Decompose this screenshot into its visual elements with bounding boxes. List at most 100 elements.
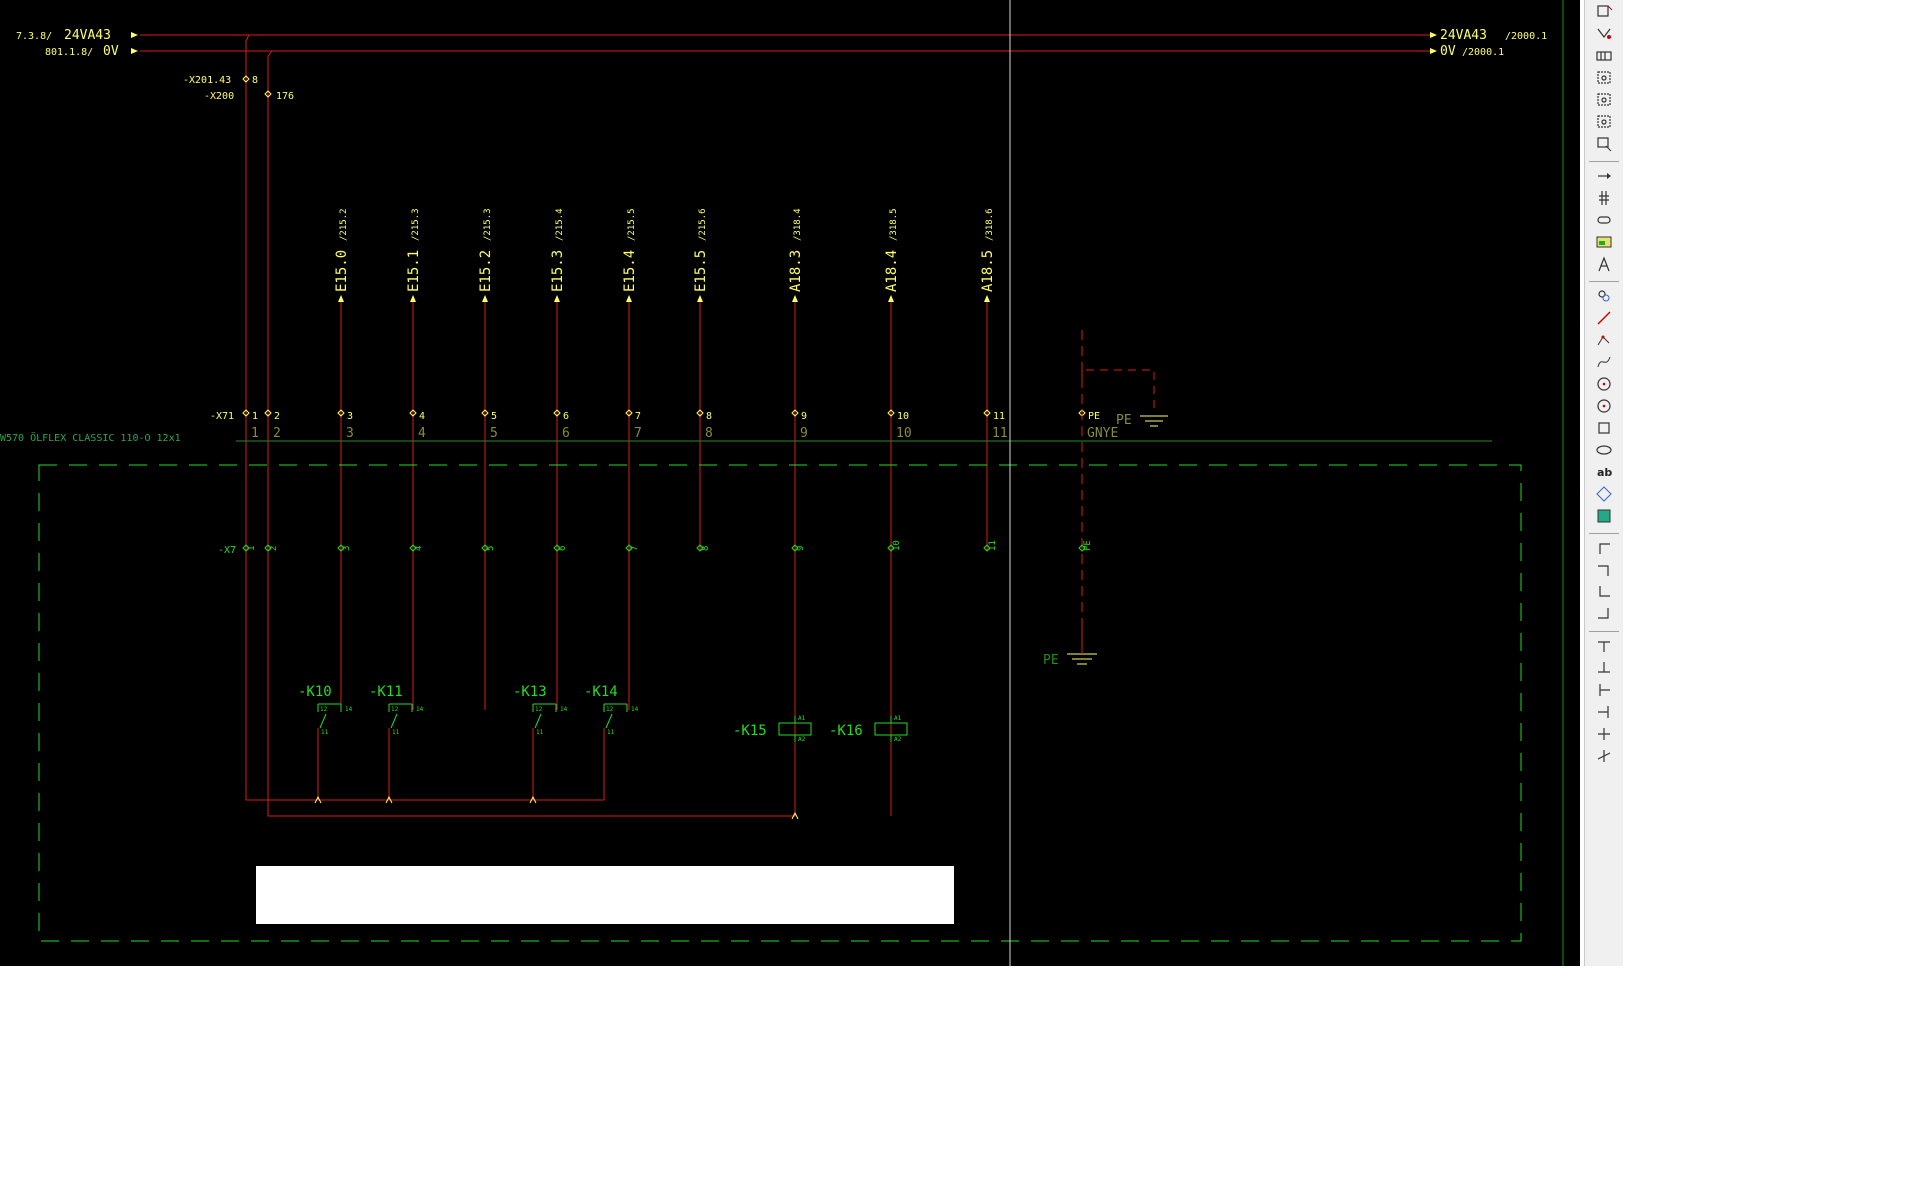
angle-up-left-button[interactable] [1592,606,1616,626]
common-wire-24v[interactable] [246,728,605,801]
draw-rectangle-icon [1595,419,1613,441]
coil-k15[interactable]: -K15 A1 A2 [733,715,812,816]
svg-text:10: 10 [892,540,902,551]
plc-signal-label[interactable]: E15.4/215.5 [622,208,638,292]
svg-text:2: 2 [273,426,281,441]
pe-wire[interactable] [1081,369,1155,413]
draw-spline-button[interactable] [1592,354,1616,374]
cross-connect-button[interactable] [1592,748,1616,768]
schematic-canvas[interactable]: 7.3.8/ 24VA43 801.1.8/ 0V 24VA43 /2000.1… [0,0,1580,966]
plc-signal-label[interactable]: A18.4/318.5 [884,208,900,292]
t-node-right-button[interactable] [1592,682,1616,702]
angle-up-left-icon [1595,605,1613,627]
arrow-right-icon [1430,32,1437,38]
draw-line-button[interactable] [1592,310,1616,330]
insert-interruption-point-icon [1595,167,1613,189]
relay-contacts: -K10 12 14 11 -K11 12 14 11 -K13 12 14 11 -K14 12 14 11 [298,684,639,800]
svg-text:3: 3 [342,546,352,551]
top-terminals: -X201.43 8 -X200 176 [183,75,294,102]
svg-text:11: 11 [992,426,1008,441]
svg-text:E15.2: E15.2 [478,250,494,292]
svg-text:W570 ÖLFLEX CLASSIC 110-O 12x1: W570 ÖLFLEX CLASSIC 110-O 12x1 [0,431,181,444]
insert-interruption-point-button[interactable] [1592,168,1616,188]
svg-text:-K11: -K11 [369,684,403,700]
ground-lower: PE [1043,620,1097,668]
t-node-down-button[interactable] [1592,638,1616,658]
plc-signal-label[interactable]: E15.2/215.3 [478,208,494,292]
insert-bus-button[interactable] [1592,190,1616,210]
cross-jump-button[interactable] [1592,726,1616,746]
insert-device-button[interactable] [1592,4,1616,24]
draw-circle-button[interactable] [1592,376,1616,396]
svg-text:PE: PE [1116,413,1132,428]
insert-black-box-button[interactable] [1592,70,1616,90]
draw-rectangle-button[interactable] [1592,420,1616,440]
relay-contact-k10[interactable]: -K10 12 14 11 [298,684,353,800]
insert-link-button[interactable] [1592,288,1616,308]
insert-cable-definition-button[interactable] [1592,212,1616,232]
draw-arc-button[interactable] [1592,398,1616,418]
insert-image-button[interactable] [1592,508,1616,528]
x201-num: 8 [252,75,258,86]
svg-text:10: 10 [896,426,912,441]
svg-text:4: 4 [419,411,425,422]
x200-num: 176 [276,91,294,102]
svg-text:E15.4: E15.4 [622,250,638,292]
insert-image-icon [1595,507,1613,529]
coil-k16[interactable]: -K16 A1 A2 [829,715,908,816]
arrow-up-icon [984,295,990,302]
angle-down-left-button[interactable] [1592,562,1616,582]
plc-signal-label[interactable]: E15.1/215.3 [406,208,422,292]
insert-property-text-button[interactable]: ab [1592,464,1616,484]
insert-plc-box-icon [1595,135,1613,157]
plc-signal-label[interactable]: E15.3/215.4 [550,208,566,292]
svg-text:-X71: -X71 [210,411,234,422]
svg-text:ab: ab [1597,466,1612,479]
plc-signal-label[interactable]: A18.3/318.4 [788,208,804,292]
draw-ellipse-button[interactable] [1592,442,1616,462]
relay-contact-k14[interactable]: -K14 12 14 11 [584,684,639,800]
svg-text:E15.0: E15.0 [334,250,350,292]
pe-upper-group: PE [1081,330,1168,620]
draw-polyline-icon [1595,331,1613,353]
insert-macro-button[interactable] [1592,26,1616,46]
svg-text:A18.5: A18.5 [980,250,996,292]
svg-text:A2: A2 [894,736,902,743]
insert-terminal-strip-button[interactable] [1592,48,1616,68]
svg-text:-K14: -K14 [584,684,618,700]
svg-text:11: 11 [993,411,1005,422]
left-label-1: 24VA43 [64,28,111,43]
angle-down-right-button[interactable] [1592,540,1616,560]
insert-macro-icon [1595,25,1613,47]
svg-text:11: 11 [392,729,400,736]
relay-contact-k11[interactable]: -K11 12 14 11 [369,684,424,800]
relay-contact-k13[interactable]: -K13 12 14 11 [513,684,568,800]
svg-text:A18.3: A18.3 [788,250,804,292]
t-node-left-button[interactable] [1592,704,1616,724]
insert-text-button[interactable] [1592,256,1616,276]
insert-placeholder-button[interactable] [1592,486,1616,506]
svg-text:/215.2: /215.2 [339,208,349,241]
title-block-box[interactable] [256,866,954,924]
svg-text:12: 12 [535,706,543,713]
draw-polyline-button[interactable] [1592,332,1616,352]
arrow-up-icon [626,295,632,302]
svg-text:/215.6: /215.6 [698,208,708,241]
right-ref-2: /2000.1 [1462,47,1504,58]
svg-text:10: 10 [897,411,909,422]
insert-device-box-button[interactable] [1592,92,1616,112]
svg-text:9: 9 [796,546,806,551]
t-node-up-icon [1595,659,1613,681]
svg-text:-K13: -K13 [513,684,547,700]
insert-structure-box-button[interactable] [1592,114,1616,134]
plc-signal-label[interactable]: E15.0/215.2 [334,208,350,292]
angle-up-right-button[interactable] [1592,584,1616,604]
t-node-up-button[interactable] [1592,660,1616,680]
plc-signal-label[interactable]: E15.5/215.6 [693,208,709,292]
svg-text:6: 6 [558,546,568,551]
insert-plc-box-button[interactable] [1592,136,1616,156]
plc-signal-label[interactable]: A18.5/318.6 [980,208,996,292]
svg-text:A2: A2 [798,736,806,743]
insert-path-function-button[interactable] [1592,234,1616,254]
t-node-left-icon [1595,703,1613,725]
